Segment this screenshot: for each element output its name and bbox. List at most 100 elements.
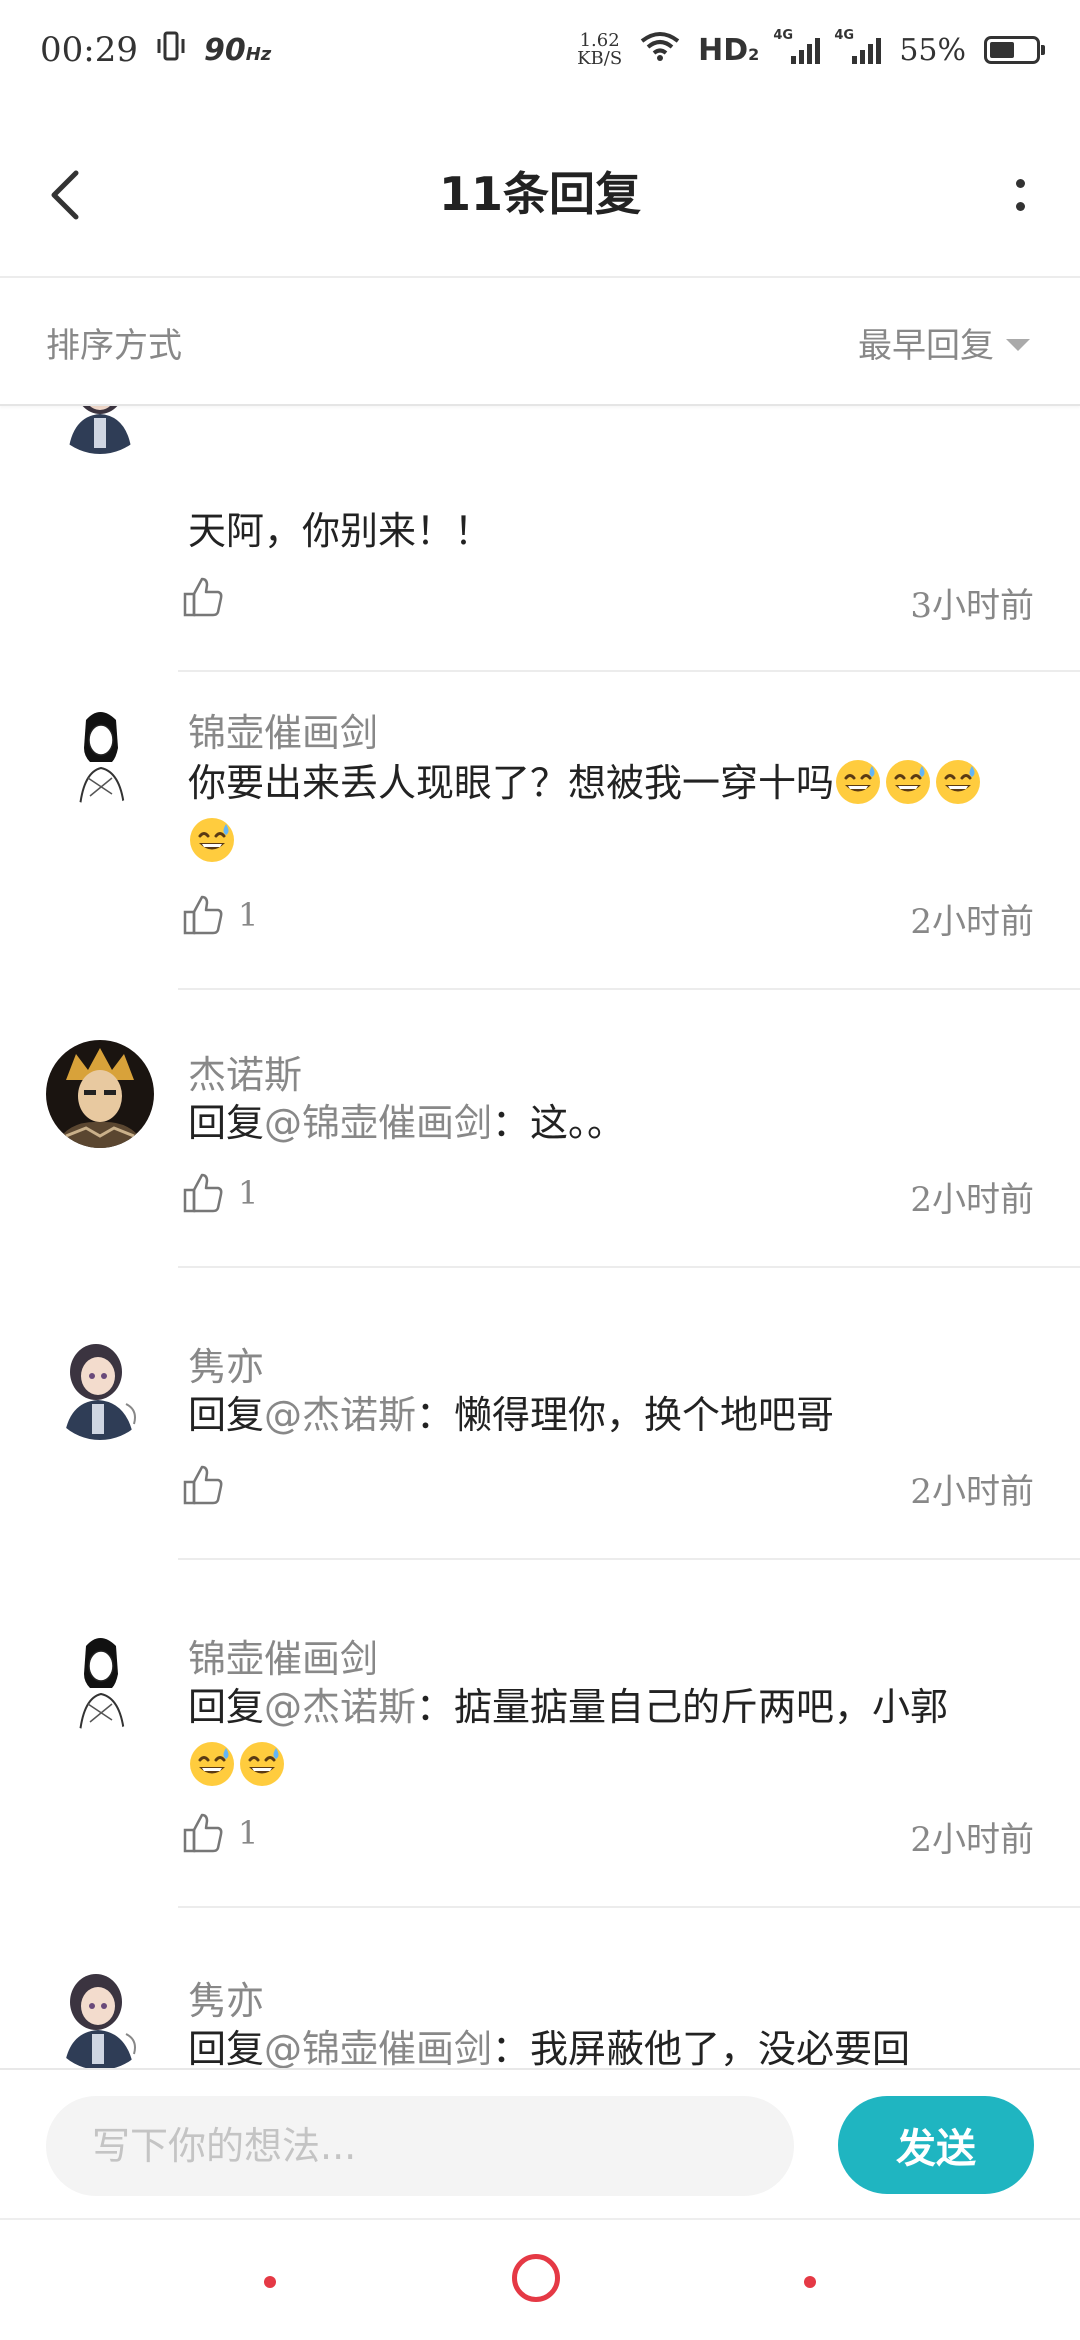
divider (178, 1906, 1080, 1908)
mention-link[interactable]: @杰诺斯 (264, 1685, 416, 1729)
hd-label: HD (698, 32, 749, 68)
avatar[interactable] (46, 406, 154, 454)
sort-dropdown[interactable]: 最早回复 (858, 318, 1030, 367)
like-count: 1 (238, 1814, 259, 1852)
girl-uniform-avatar-icon (46, 1332, 154, 1440)
header: 11条回复 (0, 100, 1080, 278)
reply-username[interactable]: 隽亦 (188, 1970, 264, 2025)
mention-link[interactable]: @锦壶催画剑 (264, 1101, 492, 1145)
nav-menu-button[interactable] (264, 2276, 276, 2288)
sort-label: 排序方式 (46, 326, 182, 366)
reply-item: 隽亦 回复@锦壶催画剑：我屏蔽他了，没必要回 (0, 1924, 1080, 2070)
sketch-girl-avatar-icon (46, 1624, 154, 1732)
like-count: 1 (238, 896, 259, 934)
reply-item: 隽亦 回复@杰诺斯：懒得理你，换个地吧哥 2小时前 (0, 1282, 1080, 1572)
reply-list[interactable]: 天阿，你别来！！ 3小时前 锦壶催画剑 你要出来丢人现眼了？想被我一穿十吗 1 … (0, 406, 1080, 2070)
vibrate-icon (156, 30, 186, 70)
reply-text: 你要出来丢人现眼了？想被我一穿十吗 (188, 761, 835, 805)
send-button[interactable]: 发送 (838, 2096, 1034, 2194)
like-button[interactable]: 1 (182, 894, 258, 936)
thumbs-up-icon (183, 577, 223, 617)
girl-uniform-avatar-icon (68, 406, 132, 454)
avatar[interactable] (46, 1624, 154, 1732)
reply-item: 杰诺斯 回复@锦壶催画剑：这。。 1 2小时前 (0, 990, 1080, 1280)
sketch-girl-avatar-icon (46, 698, 154, 806)
like-button[interactable]: 1 (182, 1812, 258, 1854)
refresh-rate-value: 90 (203, 32, 246, 68)
like-button[interactable] (182, 576, 224, 618)
reply-content: 回复@杰诺斯：懒得理你，换个地吧哥 (188, 1386, 1030, 1444)
like-count: 1 (238, 1174, 259, 1212)
reply-username[interactable]: 锦壶催画剑 (188, 1628, 378, 1683)
reply-item: 天阿，你别来！！ 3小时前 (0, 406, 1080, 672)
reply-text: ：掂量掂量自己的斤两吧，小郭 (416, 1685, 949, 1729)
divider (178, 1266, 1080, 1268)
reply-item: 锦壶催画剑 回复@杰诺斯：掂量掂量自己的斤两吧，小郭 1 2小时前 (0, 1574, 1080, 1924)
thumbs-up-icon (183, 1173, 223, 1213)
network-type-2: 4G (834, 28, 855, 43)
reply-username[interactable]: 杰诺斯 (188, 1044, 302, 1099)
hd-sub: 2 (748, 44, 760, 64)
grinning-sweat-emoji-icon (190, 1742, 234, 1786)
avatar[interactable] (46, 1040, 154, 1148)
reply-time: 2小时前 (910, 1820, 1034, 1860)
grinning-sweat-emoji-icon (836, 760, 881, 804)
avatar[interactable] (46, 698, 154, 806)
nav-back-button[interactable] (804, 2276, 816, 2288)
status-bar: 00:29 90Hz 1.62 KB/S HD2 4G 4G 55% (0, 0, 1080, 100)
reply-text: ：我屏蔽他了，没必要回 (492, 2027, 911, 2070)
battery-percent: 55% (899, 32, 966, 68)
net-speed: 1.62 KB/S (577, 32, 622, 68)
reply-prefix: 回复 (188, 1393, 265, 1437)
like-button[interactable]: 1 (182, 1172, 258, 1214)
grinning-sweat-emoji-icon (886, 760, 931, 804)
signal-icon-1: 4G (773, 28, 821, 64)
wifi-icon (640, 31, 680, 69)
thumbs-up-icon (183, 895, 223, 935)
comment-input[interactable] (46, 2096, 794, 2196)
thumbs-up-icon (183, 1465, 223, 1505)
reply-content: 回复@锦壶催画剑：我屏蔽他了，没必要回 (188, 2020, 1030, 2070)
thumbs-up-icon (183, 1813, 223, 1853)
reply-time: 3小时前 (910, 586, 1034, 626)
mention-link[interactable]: @锦壶催画剑 (264, 2027, 492, 2070)
more-options-button[interactable] (990, 150, 1050, 240)
reply-text: ：这。。 (492, 1101, 626, 1145)
page-title: 11条回复 (438, 167, 641, 221)
status-left: 00:29 90Hz (40, 30, 271, 70)
reply-text: 天阿，你别来！！ (188, 509, 493, 553)
reply-time: 2小时前 (910, 1180, 1034, 1220)
reply-prefix: 回复 (188, 1685, 265, 1729)
grinning-sweat-emoji-icon (190, 818, 234, 862)
reply-time: 2小时前 (910, 1472, 1034, 1512)
reply-content: 天阿，你别来！！ (188, 502, 1030, 560)
avatar[interactable] (46, 1962, 154, 2070)
like-button[interactable] (182, 1464, 224, 1506)
reply-content: 回复@杰诺斯：掂量掂量自己的斤两吧，小郭 (188, 1678, 1030, 1794)
reply-time: 2小时前 (910, 902, 1034, 942)
more-dot-icon (1015, 202, 1025, 211)
divider (178, 1558, 1080, 1560)
chevron-down-icon (1006, 338, 1030, 351)
grinning-sweat-emoji-icon (936, 760, 981, 804)
nav-home-button[interactable] (512, 2254, 560, 2302)
status-time: 00:29 (40, 30, 138, 70)
girl-uniform-avatar-icon (46, 1962, 154, 2070)
mention-link[interactable]: @杰诺斯 (264, 1393, 416, 1437)
battery-fill (990, 42, 1015, 58)
reply-prefix: 回复 (188, 1101, 265, 1145)
net-speed-unit: KB/S (577, 48, 623, 69)
avatar[interactable] (46, 1332, 154, 1440)
network-type-1: 4G (773, 28, 794, 43)
sort-bar: 排序方式 最早回复 (0, 278, 1080, 406)
reply-prefix: 回复 (188, 2027, 265, 2070)
cyborg-avatar-icon (46, 1040, 154, 1148)
reply-item: 锦壶催画剑 你要出来丢人现眼了？想被我一穿十吗 1 2小时前 (0, 672, 1080, 1022)
reply-username[interactable]: 锦壶催画剑 (188, 702, 378, 757)
status-right: 1.62 KB/S HD2 4G 4G 55% (577, 28, 1045, 69)
refresh-rate-unit: Hz (245, 43, 272, 65)
refresh-rate: 90Hz (204, 33, 271, 68)
battery-icon (984, 36, 1045, 64)
reply-content: 回复@锦壶催画剑：这。。 (188, 1094, 1030, 1152)
reply-username[interactable]: 隽亦 (188, 1336, 264, 1391)
